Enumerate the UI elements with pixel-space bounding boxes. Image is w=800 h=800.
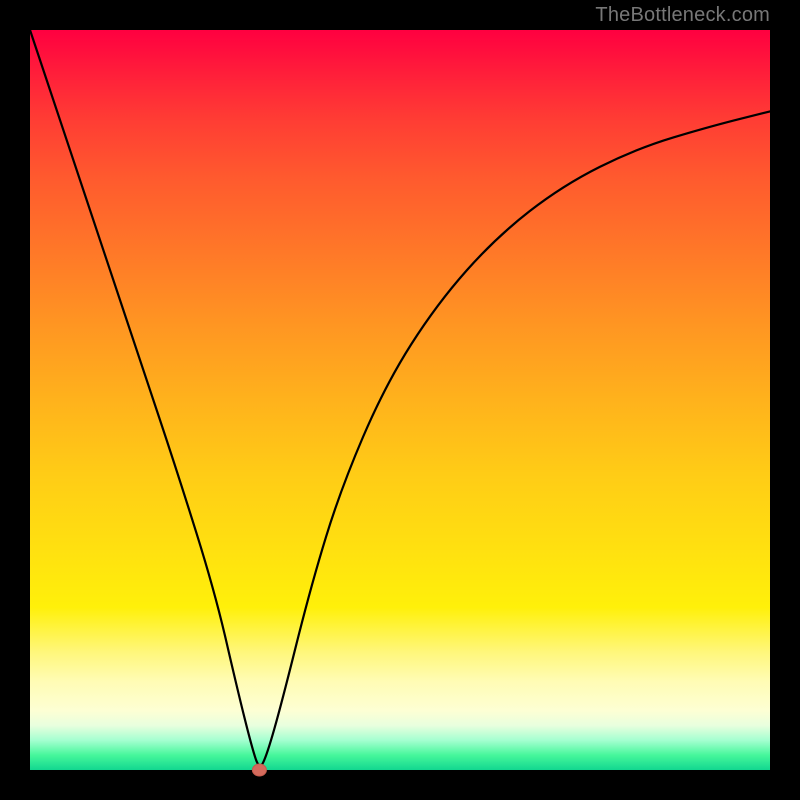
bottleneck-curve <box>30 30 770 766</box>
minimum-dot <box>252 764 266 776</box>
plot-area <box>30 30 770 770</box>
curve-svg <box>30 30 770 770</box>
chart-frame: TheBottleneck.com <box>0 0 800 800</box>
watermark-text: TheBottleneck.com <box>595 4 770 27</box>
